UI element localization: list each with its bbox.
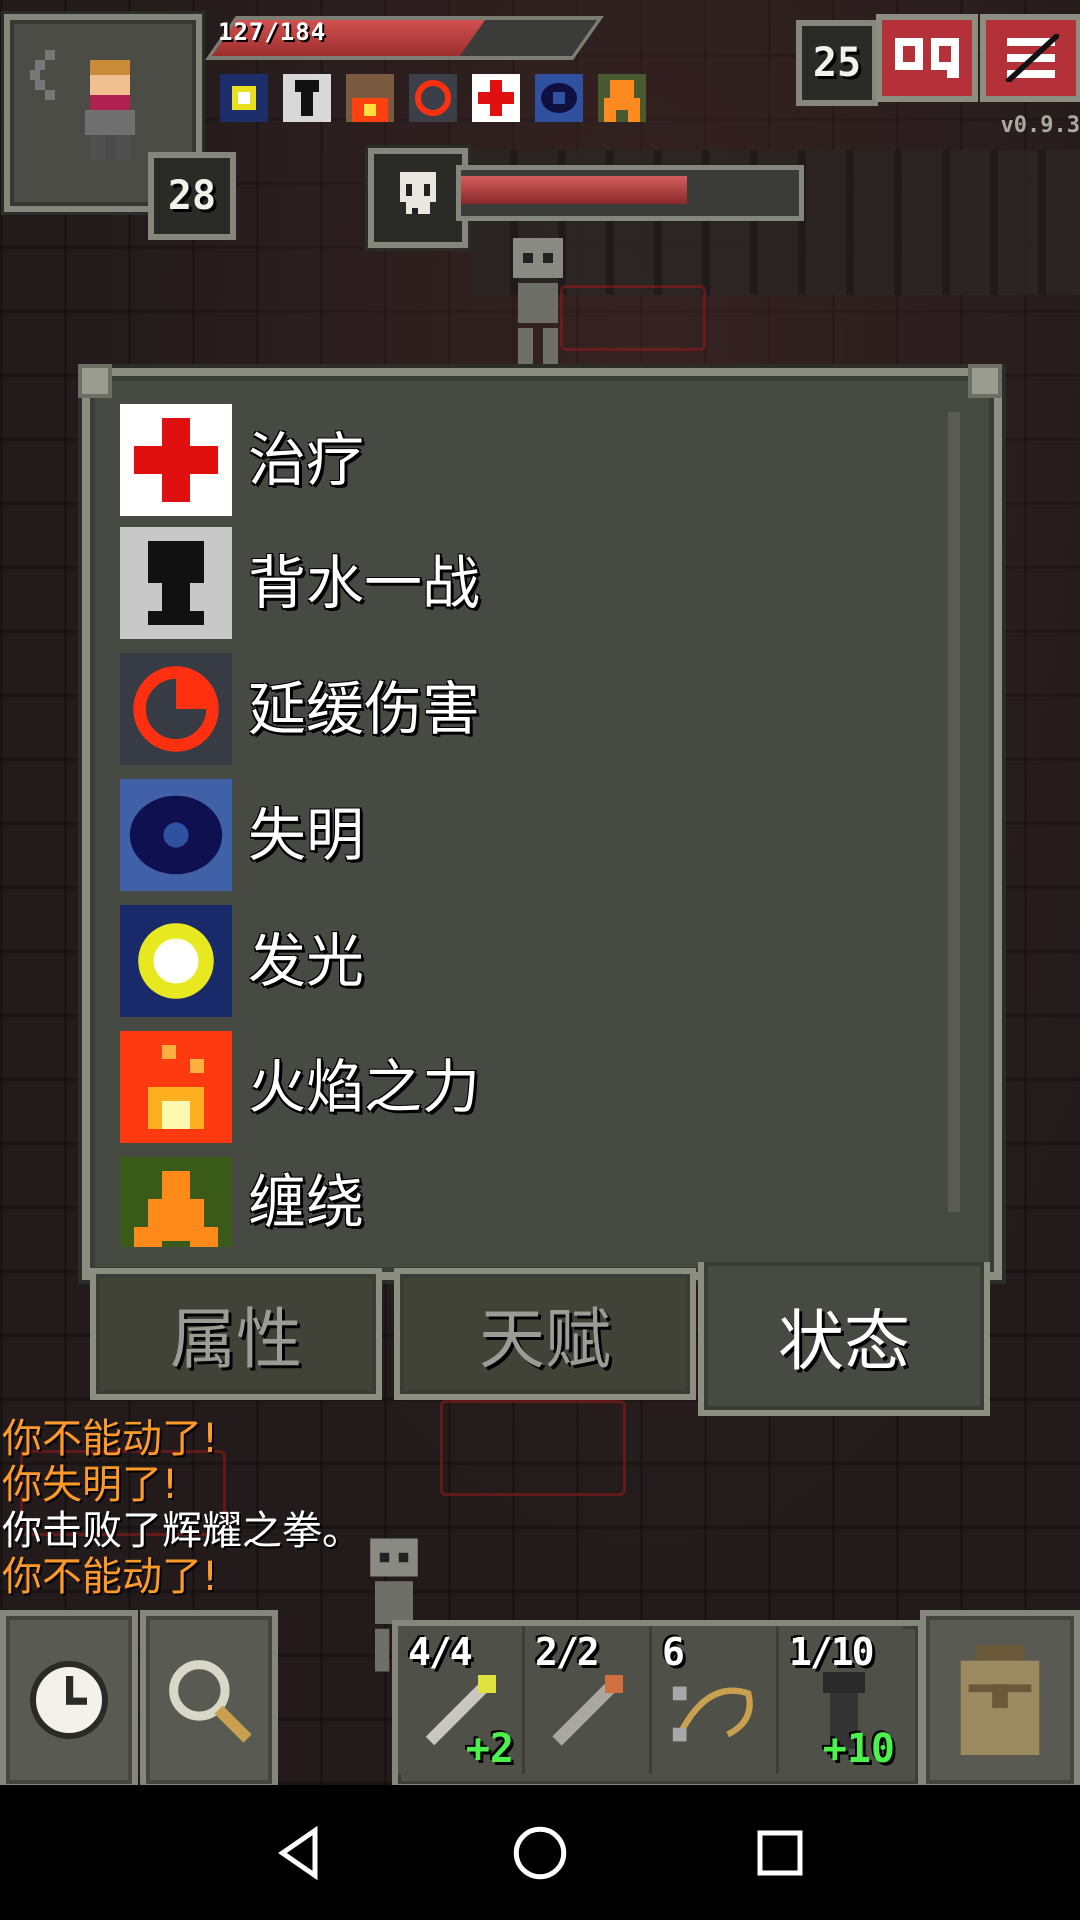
hero-avatar (85, 60, 135, 160)
buff-indicator-row[interactable] (220, 74, 646, 122)
healing-icon (120, 404, 232, 516)
log-message: 你不能动了! (2, 1554, 219, 1600)
buff-label: 背水一战 (248, 549, 481, 617)
back-arrow-icon (30, 50, 55, 100)
version-label: v0.9.3 (1000, 113, 1080, 138)
panel-corner (78, 364, 112, 398)
healing-icon (472, 74, 520, 122)
quickslot[interactable]: 6 (652, 1626, 779, 1774)
glow-icon (120, 905, 232, 1017)
quickslot-level: +10 (822, 1726, 895, 1772)
buff-list-item[interactable]: 背水一战 (120, 527, 820, 639)
log-message: 你失明了! (2, 1462, 179, 1508)
quickslot-level: +2 (465, 1726, 514, 1772)
quickslot[interactable]: 2/2 (525, 1626, 652, 1774)
buff-label: 缠绕 (248, 1168, 365, 1236)
nav-back-button[interactable] (250, 1803, 350, 1903)
skeleton-sprite[interactable] (498, 238, 578, 368)
quickslot-bar: 4/4 +2 2/2 6 1/10 +10 (392, 1620, 924, 1790)
wait-button[interactable] (0, 1610, 138, 1790)
tab-label: 天赋 (479, 1301, 611, 1378)
wand-icon (552, 1675, 623, 1746)
buff-label: 治疗 (248, 426, 365, 494)
buff-label: 延缓伤害 (248, 675, 481, 743)
tab-status[interactable]: 状态 (698, 1262, 990, 1416)
quickslot-count: 6 (662, 1630, 685, 1674)
fire-icon (346, 74, 394, 122)
panel-scrollbar[interactable] (948, 412, 960, 1212)
clock-icon (30, 1661, 108, 1739)
rooted-icon (598, 74, 646, 122)
buff-list-item[interactable]: 火焰之力 (120, 1031, 820, 1143)
recents-square-icon (757, 1830, 803, 1876)
skull-icon (400, 172, 436, 214)
buff-label: 发光 (248, 927, 365, 995)
buff-label: 火焰之力 (248, 1053, 481, 1121)
blind-eye-icon (120, 779, 232, 891)
backpack-icon (960, 1645, 1040, 1755)
bolas-icon (672, 1686, 753, 1742)
menu-icon (1005, 34, 1059, 82)
tab-label: 属性 (170, 1301, 302, 1378)
quickslot[interactable]: 1/10 +10 (779, 1626, 903, 1774)
journal-button[interactable] (876, 14, 978, 102)
tab-talents[interactable]: 天赋 (394, 1268, 696, 1400)
inventory-button[interactable] (920, 1610, 1080, 1790)
boss-hp-bar (456, 165, 804, 221)
buff-list-item[interactable]: 治疗 (120, 404, 820, 516)
quickslot[interactable]: 4/4 +2 (398, 1626, 525, 1774)
keyhole-icon (120, 527, 232, 639)
rooted-icon (120, 1157, 232, 1247)
search-button[interactable] (140, 1610, 278, 1790)
journal-icon (895, 38, 959, 78)
ember-floor-tile (440, 1400, 626, 1496)
buff-list-item[interactable]: 失明 (120, 779, 820, 891)
tab-stats[interactable]: 属性 (90, 1268, 382, 1400)
quickslot-count: 4/4 (408, 1630, 473, 1674)
tab-label: 状态 (778, 1303, 910, 1380)
depth-indicator[interactable]: 25 (796, 20, 878, 106)
blind-icon (535, 74, 583, 122)
quickslot-count: 2/2 (535, 1630, 600, 1674)
nav-recents-button[interactable] (730, 1803, 830, 1903)
back-triangle-icon (278, 1825, 318, 1881)
buff-list-item[interactable]: 缠绕 (120, 1157, 820, 1247)
berserk-icon (283, 74, 331, 122)
nav-home-button[interactable] (490, 1803, 590, 1903)
hp-text: 127/184 (218, 18, 327, 46)
delayed-damage-icon (120, 653, 232, 765)
delayed-damage-icon (409, 74, 457, 122)
magnifier-icon (169, 1660, 252, 1743)
home-circle-icon (513, 1826, 567, 1880)
log-message: 你击败了辉耀之拳。 (2, 1508, 362, 1554)
hero-level-badge: 28 (148, 152, 236, 240)
buff-list-item[interactable]: 延缓伤害 (120, 653, 820, 765)
buff-label: 失明 (248, 801, 365, 869)
log-message: 你不能动了! (2, 1416, 219, 1462)
fire-icon (120, 1031, 232, 1143)
glow-icon (220, 74, 268, 122)
buff-list-item[interactable]: 发光 (120, 905, 820, 1017)
boss-portrait[interactable] (368, 148, 468, 248)
boss-hp-bar-fill (461, 176, 688, 204)
panel-corner (968, 364, 1002, 398)
menu-button[interactable] (980, 14, 1080, 102)
system-navigation-bar (0, 1785, 1080, 1920)
quickslot-count: 1/10 (789, 1630, 875, 1674)
ember-floor-tile (560, 285, 706, 351)
